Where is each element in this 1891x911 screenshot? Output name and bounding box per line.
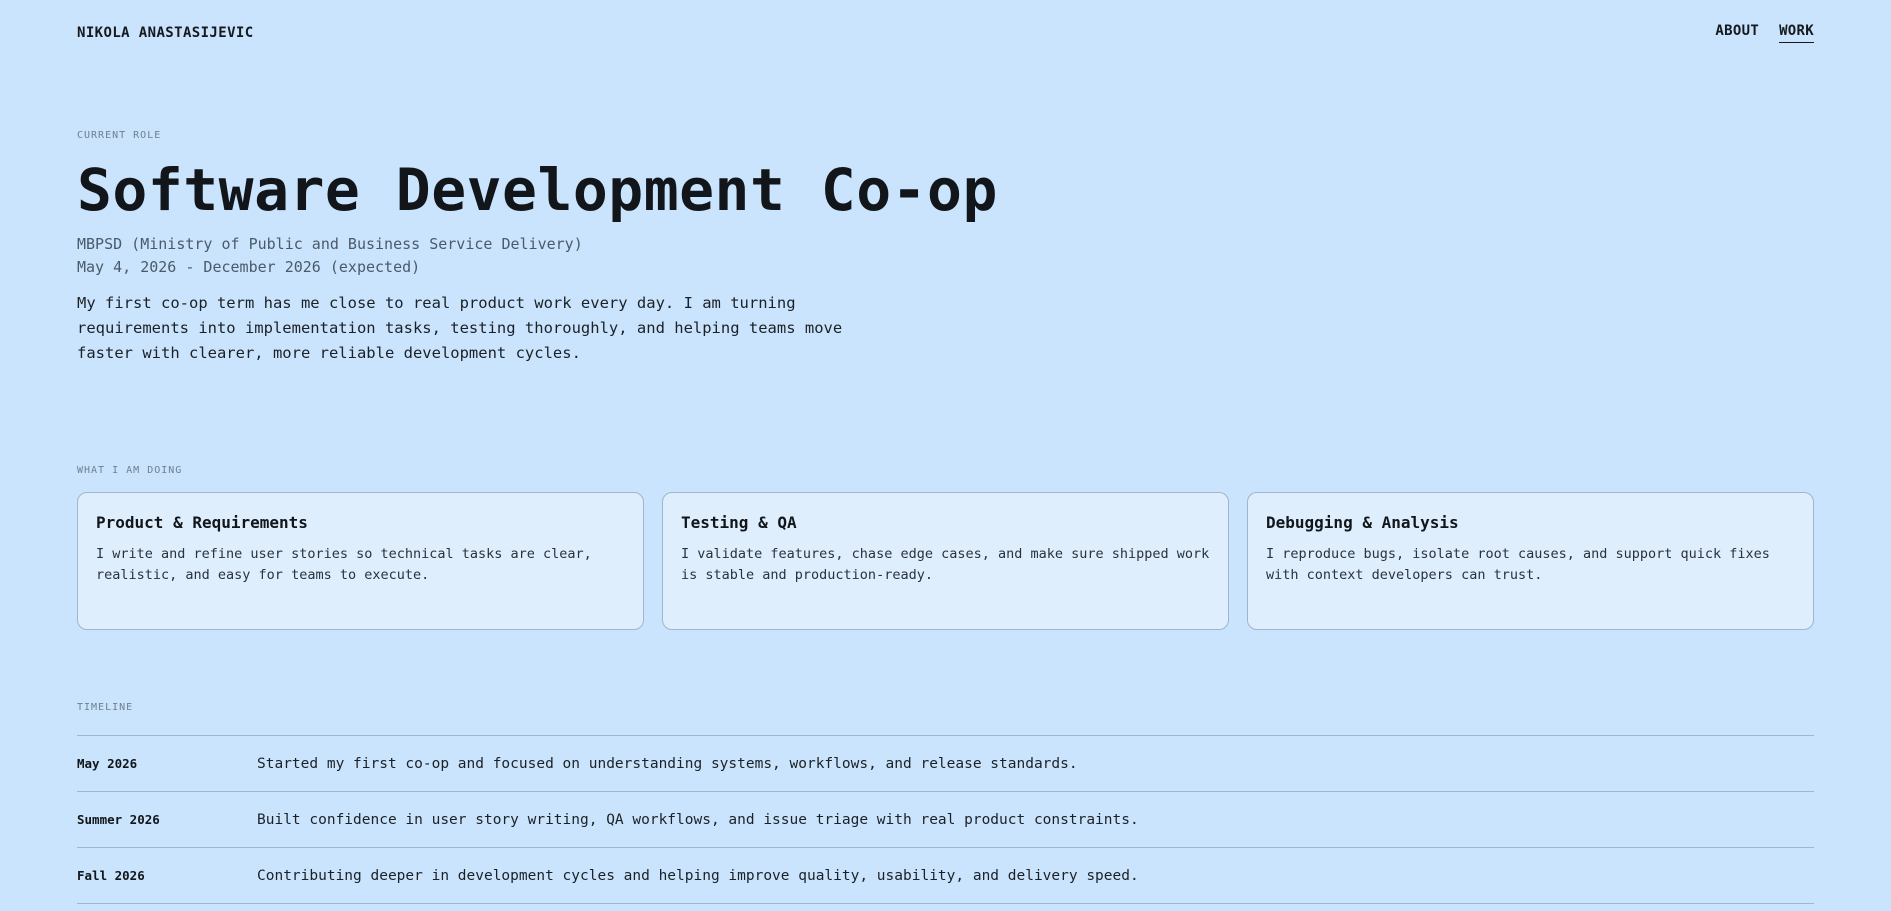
nav-link-about[interactable]: ABOUT [1715,23,1759,43]
card-text: I validate features, chase edge cases, a… [681,546,1210,584]
card-title: Testing & QA [681,513,797,533]
timeline-section-label: TIMELINE [77,702,134,714]
organization-name: MBPSD (Ministry of Public and Business S… [77,234,583,253]
current-role-label: CURRENT ROLE [77,130,162,141]
role-dates: May 4, 2026 - December 2026 (expected) [77,257,421,276]
timeline-text: Built confidence in user story writing, … [257,811,1139,828]
page-title: Software Development Co-op [77,156,998,224]
card-product-requirements: Product & Requirements I write and refin… [77,492,644,631]
page: NIKOLA ANASTASIJEVIC ABOUT WORK CURRENT … [0,0,1891,911]
doing-cards: Product & Requirements I write and refin… [77,492,1814,631]
timeline-date: Fall 2026 [77,868,145,884]
role-description: My first co-op term has me close to real… [77,293,843,362]
hero-section: CURRENT ROLE Software Development Co-op … [77,66,1814,366]
timeline-row: Summer 2026 Built confidence in user sto… [77,792,1814,849]
timeline-row: May 2026 Started my first co-op and focu… [77,736,1814,793]
timeline-text: Started my first co-op and focused on un… [257,755,1078,772]
nav-link-work[interactable]: WORK [1779,23,1814,43]
timeline-date: Summer 2026 [77,812,160,828]
timeline-row: Fall 2026 Contributing deeper in develop… [77,848,1814,905]
timeline-section: TIMELINE May 2026 Started my first co-op… [77,630,1814,905]
brand-name[interactable]: NIKOLA ANASTASIJEVIC [77,25,254,41]
card-text: I write and refine user stories so techn… [96,546,592,584]
card-testing-qa: Testing & QA I validate features, chase … [662,492,1229,631]
card-title: Product & Requirements [96,513,308,533]
timeline-list: May 2026 Started my first co-op and focu… [77,735,1814,905]
card-text: I reproduce bugs, isolate root causes, a… [1266,546,1770,584]
main-nav: ABOUT WORK [1715,23,1814,43]
card-debugging-analysis: Debugging & Analysis I reproduce bugs, i… [1247,492,1814,631]
timeline-text: Contributing deeper in development cycle… [257,867,1139,884]
card-title: Debugging & Analysis [1266,513,1459,533]
timeline-date: May 2026 [77,756,138,772]
doing-section: WHAT I AM DOING Product & Requirements I… [77,381,1814,631]
site-header: NIKOLA ANASTASIJEVIC ABOUT WORK [77,0,1814,66]
doing-section-label: WHAT I AM DOING [77,465,183,477]
